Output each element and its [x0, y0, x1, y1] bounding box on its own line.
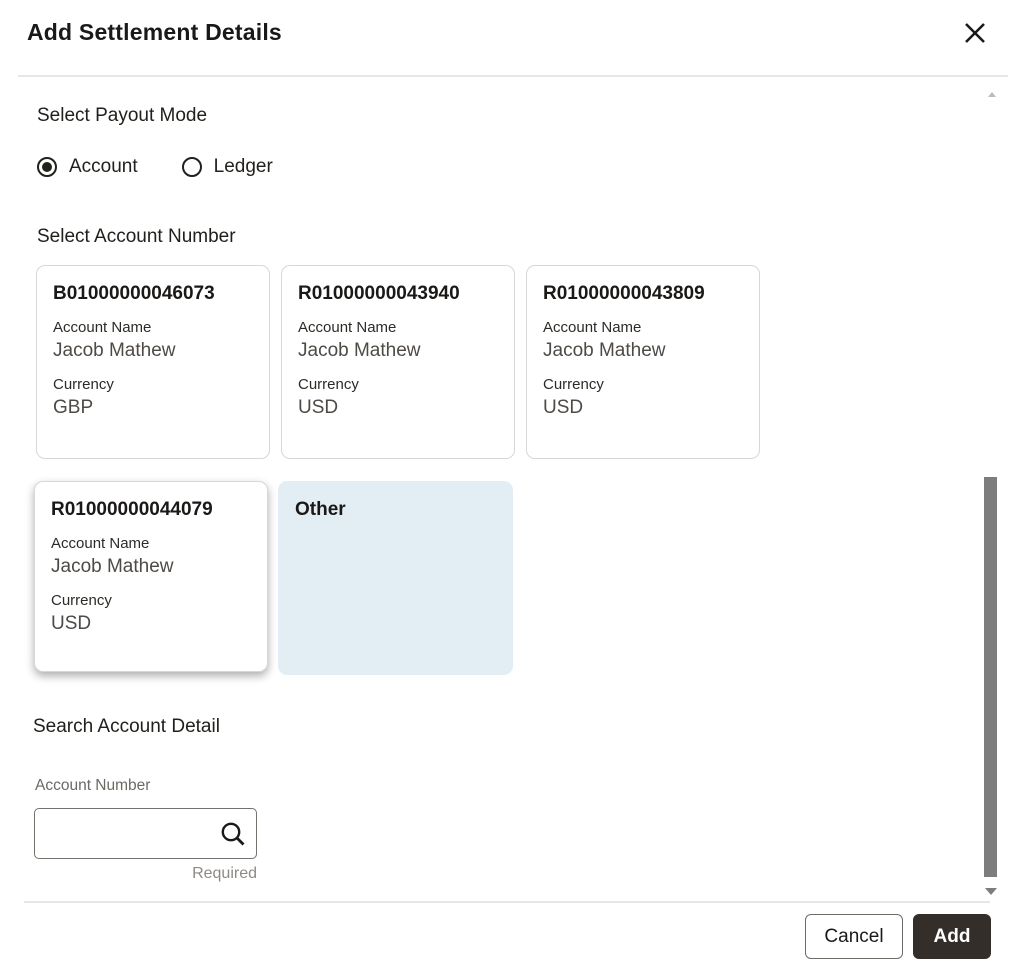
currency-label: Currency	[543, 376, 743, 393]
account-card-number: B01000000046073	[53, 283, 253, 305]
header-divider	[18, 75, 1008, 77]
account-card-number: R01000000044079	[51, 499, 251, 521]
currency-value: USD	[298, 397, 498, 419]
account-name-label: Account Name	[53, 319, 253, 336]
currency-label: Currency	[298, 376, 498, 393]
currency-value: USD	[543, 397, 743, 419]
scrollbar-thumb[interactable]	[984, 477, 997, 877]
dialog-title: Add Settlement Details	[27, 19, 282, 46]
account-name-value: Jacob Mathew	[298, 340, 498, 362]
radio-option-ledger[interactable]: Ledger	[182, 156, 273, 178]
close-button[interactable]	[958, 17, 992, 51]
account-name-label: Account Name	[298, 319, 498, 336]
account-number-field	[34, 808, 257, 859]
other-card-label: Other	[295, 499, 496, 521]
currency-label: Currency	[53, 376, 253, 393]
scrollbar-up-arrow-icon[interactable]	[988, 92, 996, 97]
account-number-input[interactable]	[45, 813, 217, 856]
account-card[interactable]: R01000000043940 Account Name Jacob Mathe…	[281, 265, 515, 459]
add-button[interactable]: Add	[913, 914, 991, 959]
currency-value: USD	[51, 613, 251, 635]
account-cards-row-2: R01000000044079 Account Name Jacob Mathe…	[34, 481, 513, 675]
account-card-number: R01000000043940	[298, 283, 498, 305]
account-name-label: Account Name	[543, 319, 743, 336]
account-card-number: R01000000043809	[543, 283, 743, 305]
account-name-value: Jacob Mathew	[51, 556, 251, 578]
search-button[interactable]	[218, 820, 248, 850]
radio-option-account[interactable]: Account	[37, 156, 138, 178]
account-name-value: Jacob Mathew	[543, 340, 743, 362]
search-icon	[218, 819, 248, 852]
cancel-button[interactable]: Cancel	[805, 914, 903, 959]
payout-mode-heading: Select Payout Mode	[37, 105, 207, 127]
radio-label: Account	[69, 156, 138, 178]
account-card[interactable]: R01000000044079 Account Name Jacob Mathe…	[34, 481, 268, 672]
account-number-field-label: Account Number	[35, 777, 150, 795]
close-icon	[961, 19, 989, 50]
radio-button-ledger[interactable]	[182, 157, 202, 177]
account-cards-row-1: B01000000046073 Account Name Jacob Mathe…	[36, 265, 760, 459]
account-name-value: Jacob Mathew	[53, 340, 253, 362]
other-account-card[interactable]: Other	[278, 481, 513, 675]
account-card[interactable]: R01000000043809 Account Name Jacob Mathe…	[526, 265, 760, 459]
select-account-heading: Select Account Number	[37, 226, 236, 248]
search-account-heading: Search Account Detail	[33, 716, 220, 738]
radio-label: Ledger	[214, 156, 273, 178]
currency-label: Currency	[51, 592, 251, 609]
account-name-label: Account Name	[51, 535, 251, 552]
scrollbar-down-arrow-icon[interactable]	[985, 888, 997, 895]
required-hint: Required	[34, 865, 257, 883]
account-card[interactable]: B01000000046073 Account Name Jacob Mathe…	[36, 265, 270, 459]
currency-value: GBP	[53, 397, 253, 419]
footer-divider	[24, 901, 990, 903]
radio-button-account[interactable]	[37, 157, 57, 177]
payout-mode-radio-group: Account Ledger	[37, 156, 273, 178]
